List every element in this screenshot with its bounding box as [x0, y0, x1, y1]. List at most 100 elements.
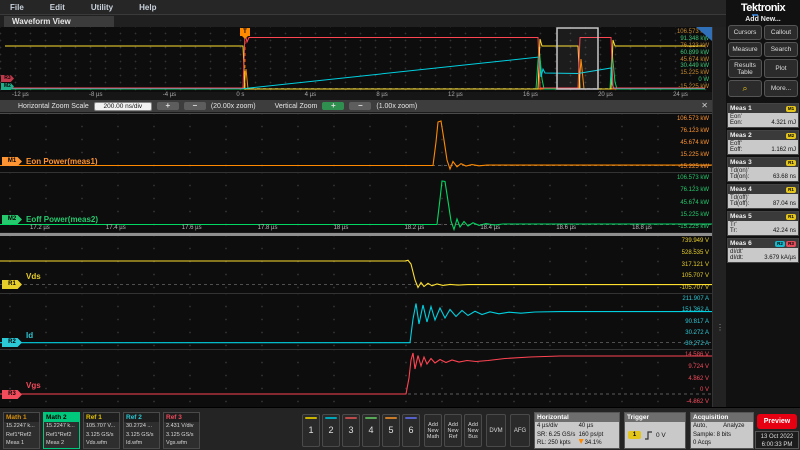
- ref3-channel-badge[interactable]: Ref 3 2.431 V/div 3.125 GS/s Vgs.wfm: [163, 412, 200, 449]
- overview-x-tick: 0 s: [236, 92, 244, 98]
- dvm-button[interactable]: DVM: [486, 414, 506, 447]
- panel-id[interactable]: R2 Id 211.907 A151.362 A90.817 A30.272 A…: [0, 293, 712, 349]
- preview-button[interactable]: Preview: [757, 414, 797, 429]
- m1-trace: [0, 114, 712, 172]
- acquisition-title: Acquisition: [691, 413, 753, 422]
- meas-3-card[interactable]: Meas 3 R1 Td(on)' Td(on): 63.68 ns: [727, 157, 799, 182]
- channel-3-number: 3: [348, 425, 353, 435]
- ref2-row2: 3.125 GS/s: [124, 431, 159, 440]
- add-new-math-button[interactable]: Add New Math: [424, 414, 442, 447]
- zoom-search-icon[interactable]: ⌕: [728, 80, 762, 97]
- overview-x-axis: -12 µs-8 µs-4 µs0 s4 µs8 µs12 µs16 µs20 …: [0, 92, 712, 100]
- meas-6-title: Meas 6: [730, 240, 752, 247]
- m1-y-label: 76.123 kW: [677, 128, 709, 134]
- menu-utility[interactable]: Utility: [91, 3, 113, 12]
- horizontal-scale: 4 µs/div: [537, 422, 579, 431]
- meas-1-card[interactable]: Meas 1 M1 Eon' Eon: 4.321 mJ: [727, 103, 799, 128]
- plot-button[interactable]: Plot: [764, 59, 798, 78]
- h-zoom-plus-button[interactable]: +: [157, 102, 179, 110]
- channel-1-button[interactable]: 1: [302, 414, 320, 447]
- math1-channel-badge[interactable]: Math 1 15.2247 k... Ref1*Ref2 Meas 1: [3, 412, 40, 449]
- overview-badge-m2[interactable]: M2: [1, 83, 14, 90]
- meas-1-source-badge: M1: [786, 106, 796, 112]
- menu-edit[interactable]: Edit: [50, 3, 65, 12]
- meas-1-value: 4.321 mJ: [771, 120, 796, 126]
- meas-4-card[interactable]: Meas 4 R1 Td(off)' Td(off): 87.04 ns: [727, 184, 799, 209]
- math2-channel-badge[interactable]: Math 2 15.2247 k... Ref1*Ref2 Meas 2: [43, 412, 80, 449]
- meas-6-card[interactable]: Meas 6 R2 R3 dI/dt' dI/dt: 3.679 kA/µs: [727, 238, 799, 263]
- channel-4-button[interactable]: 4: [362, 414, 380, 447]
- search-button[interactable]: Search: [764, 42, 798, 57]
- meas-3-value: 63.68 ns: [773, 174, 796, 180]
- vgs-y-label: 0 V: [685, 387, 709, 393]
- v-zoom-minus-button[interactable]: −: [349, 102, 371, 110]
- results-table-button[interactable]: Results Table: [728, 59, 762, 78]
- v-zoom-label: Vertical Zoom: [275, 103, 318, 110]
- horizontal-badge[interactable]: Horizontal 4 µs/div40 µs SR: 6.25 GS/s16…: [534, 412, 620, 449]
- meas-4-value: 87.04 ns: [773, 201, 796, 207]
- channel-5-button[interactable]: 5: [382, 414, 400, 447]
- menu-help[interactable]: Help: [139, 3, 156, 12]
- id-label: Id: [26, 331, 33, 340]
- channel-3-button[interactable]: 3: [342, 414, 360, 447]
- channel-5-number: 5: [388, 425, 393, 435]
- panel-vgs[interactable]: R3 Vgs 14.586 V9.724 V4.862 V0 V-4.862 V: [0, 349, 712, 407]
- vds-label: Vds: [26, 272, 41, 281]
- measure-button[interactable]: Measure: [728, 42, 762, 57]
- horizontal-window: 40 µs: [579, 422, 617, 431]
- horizontal-position: 34.1%: [579, 439, 617, 448]
- meas-1-name: Eon:: [730, 120, 742, 126]
- h-zoom-scale-label: Horizontal Zoom Scale: [18, 103, 89, 110]
- m1-y-label: 45.674 kW: [677, 140, 709, 146]
- overview-y-label: -15.225 kW: [677, 84, 709, 90]
- zoom-close-icon[interactable]: ✕: [701, 101, 708, 110]
- callout-button[interactable]: Callout: [764, 25, 798, 40]
- channel-4-stripe: [365, 417, 377, 419]
- add-new-ref-button[interactable]: Add New Ref: [444, 414, 462, 447]
- ref1-channel-badge[interactable]: Ref 1 105.707 V... 3.125 GS/s Vds.wfm: [83, 412, 120, 449]
- trigger-badge[interactable]: Trigger 1 0 V: [624, 412, 686, 449]
- more-button[interactable]: More...: [764, 80, 798, 97]
- id-trace: [0, 294, 712, 349]
- overview-badge-r3[interactable]: R3: [1, 75, 14, 82]
- afg-button[interactable]: AFG: [510, 414, 530, 447]
- channel-2-button[interactable]: 2: [322, 414, 340, 447]
- panel-resize-column[interactable]: ⋮: [712, 27, 726, 407]
- horizontal-resolution: 160 ps/pt: [579, 431, 617, 440]
- overview-x-tick: -4 µs: [163, 92, 176, 98]
- panel-eon-power[interactable]: M1 Eon Power(meas1) 106.573 kW76.123 kW4…: [0, 113, 712, 172]
- zoom-box[interactable]: [557, 28, 598, 89]
- acquisition-mode: Auto,: [693, 422, 723, 431]
- channel-6-button[interactable]: 6: [402, 414, 420, 447]
- overview-x-tick: 20 µs: [598, 92, 613, 98]
- overview-y-label: 45.674 kW: [677, 57, 709, 63]
- meas-5-card[interactable]: Meas 5 R1 Tr' Tr: 42.24 ns: [727, 211, 799, 236]
- math1-row3: Meas 1: [4, 439, 39, 448]
- h-zoom-minus-button[interactable]: −: [184, 102, 206, 110]
- ref2-channel-badge[interactable]: Ref 2 30.2724 ... 3.125 GS/s Id.wfm: [123, 412, 160, 449]
- trigger-marker-icon[interactable]: T: [240, 28, 250, 36]
- overview-plot[interactable]: T R3 M2 106.573 kW91.348 kW76.123 kW60.8…: [0, 27, 712, 92]
- h-zoom-scale-input[interactable]: 200.00 ns/div: [94, 102, 152, 111]
- panel-eoff-power[interactable]: M2 Eoff Power(meas2) 106.573 kW76.123 kW…: [0, 172, 712, 232]
- channel-3-stripe: [345, 417, 357, 419]
- overview-x-tick: 12 µs: [448, 92, 463, 98]
- channel-6-stripe: [405, 417, 417, 419]
- meas-2-value: 1.162 mJ: [771, 147, 796, 153]
- acquisition-badge[interactable]: Acquisition Auto,Analyze Sample: 8 bits …: [690, 412, 754, 449]
- panel-vds[interactable]: R1 Vds 739.949 V528.535 V317.121 V105.70…: [0, 236, 712, 293]
- zoom-x-tick: 17.8 µs: [258, 225, 278, 231]
- cursors-button[interactable]: Cursors: [728, 25, 762, 40]
- overview-zoom-corner-icon[interactable]: [696, 27, 712, 41]
- channel-4-number: 4: [368, 425, 373, 435]
- v-zoom-plus-button[interactable]: +: [322, 102, 344, 110]
- drag-handle-icon[interactable]: ⋮: [716, 323, 724, 332]
- overview-x-tick: 24 µs: [673, 92, 688, 98]
- menu-file[interactable]: File: [10, 3, 24, 12]
- add-new-bus-button[interactable]: Add New Bus: [464, 414, 482, 447]
- channel-5-stripe: [385, 417, 397, 419]
- acquisition-count: 0 Acqs: [693, 439, 711, 448]
- meas-1-title: Meas 1: [730, 105, 752, 112]
- meas-2-card[interactable]: Meas 2 M2 Eoff' Eoff: 1.162 mJ: [727, 130, 799, 155]
- ref3-row1: 2.431 V/div: [164, 422, 199, 431]
